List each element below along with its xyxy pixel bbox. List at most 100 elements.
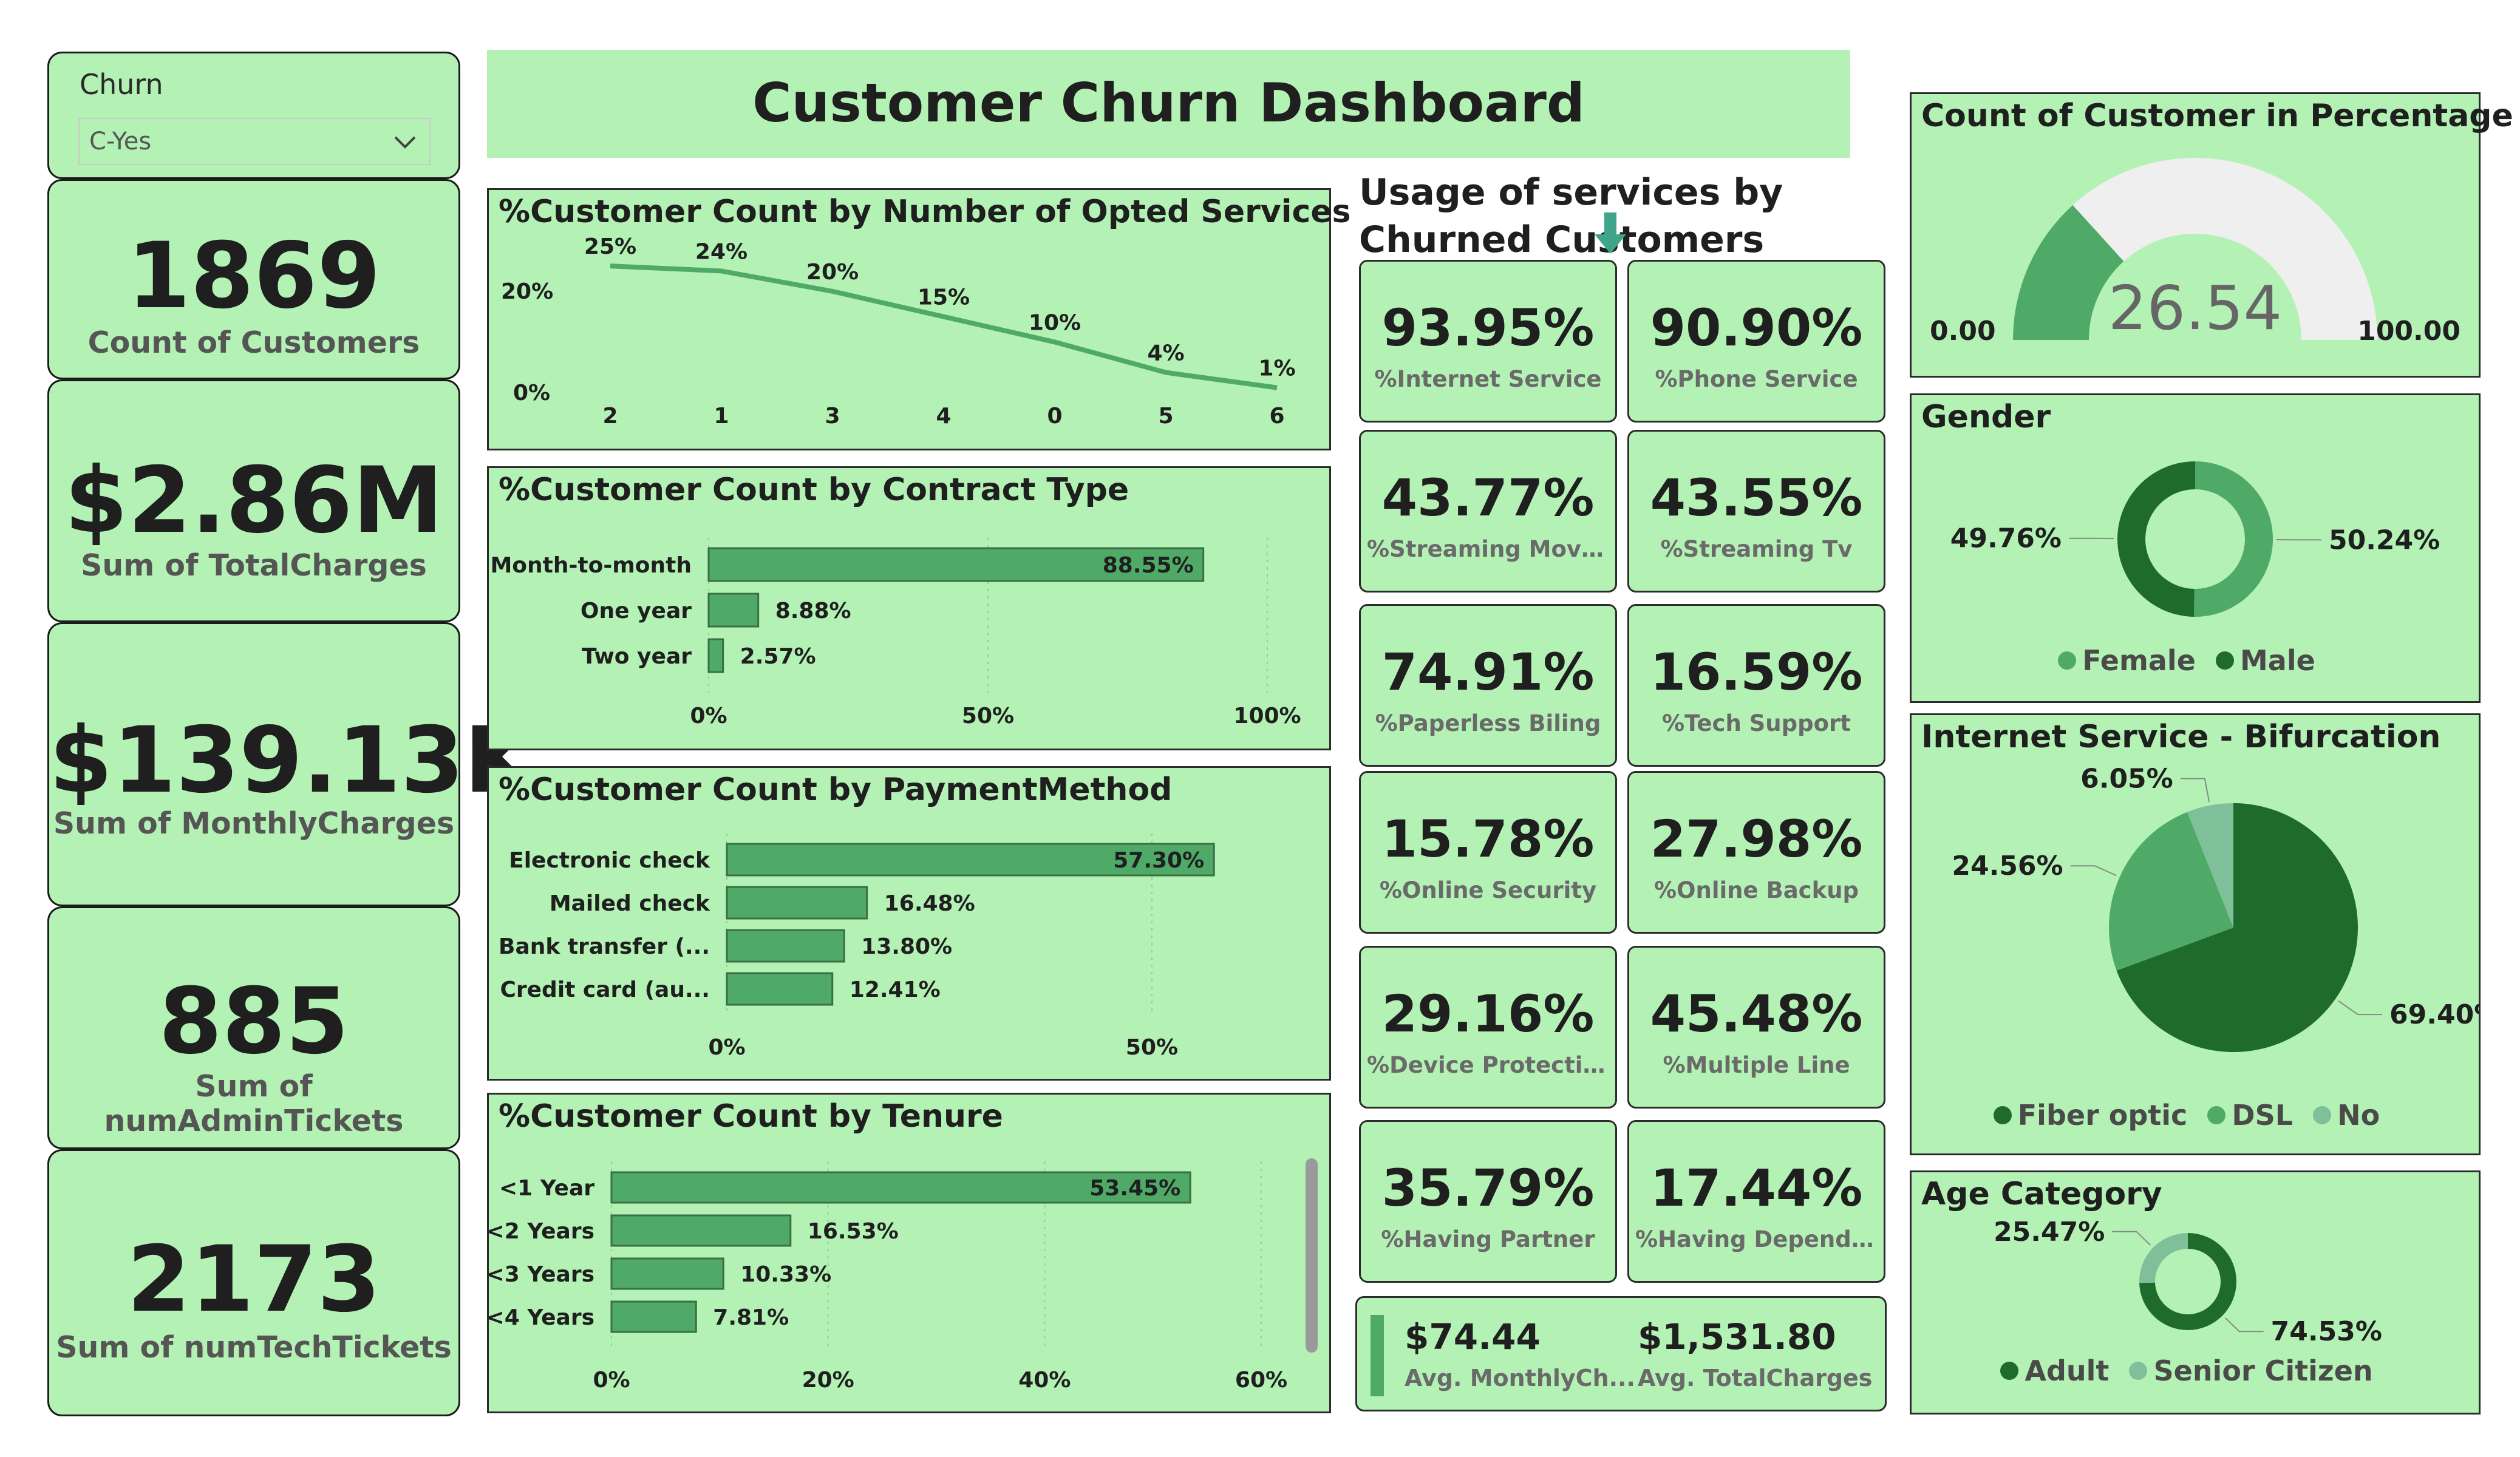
data-label: 1% [1258, 356, 1295, 381]
averages-card: $74.44 Avg. MonthlyCh... $1,531.80 Avg. … [1355, 1296, 1887, 1411]
data-label: 13.80% [861, 934, 952, 959]
age-panel: Age Category 74.53% 25.47% Adult Senior C… [1910, 1170, 2481, 1415]
x-tick-label: 100% [1233, 704, 1301, 728]
legend-item: Adult [2000, 1354, 2109, 1387]
category-label: <2 Years [489, 1219, 594, 1244]
x-tick-label: 0 [1047, 404, 1062, 429]
leader-line [2225, 1317, 2264, 1333]
data-label: 6.05% [2080, 764, 2173, 795]
data-label: 74.53% [2271, 1316, 2382, 1347]
x-tick-label: 3 [825, 404, 840, 429]
data-label: 88.55% [1103, 553, 1194, 578]
legend: Female Male [1912, 644, 2479, 677]
tile-label: %Device Protection [1367, 1052, 1609, 1078]
tile-label: %Online Security [1379, 877, 1597, 903]
kpi-count-customers: 1869 Count of Customers [47, 179, 460, 379]
slice [2139, 1233, 2188, 1283]
slicer-title: Churn [80, 68, 163, 101]
service-tile: 93.95% %Internet Service [1359, 260, 1617, 423]
data-label: 8.88% [775, 599, 851, 623]
data-label: 25% [584, 234, 636, 259]
legend-item: Female [2058, 644, 2196, 677]
tile-label: %Phone Service [1655, 366, 1858, 392]
churn-dropdown[interactable]: C-Yes [78, 118, 431, 165]
service-tile: 29.16% %Device Protection [1359, 946, 1617, 1109]
chart-contract-type: %Customer Count by Contract Type 0% 50% 10… [487, 466, 1331, 750]
chevron-down-icon[interactable] [393, 134, 417, 151]
tile-label: %Tech Support [1662, 710, 1851, 736]
avg-monthly-value: $74.44 [1405, 1316, 1541, 1357]
service-tile: 15.78% %Online Security [1359, 771, 1617, 934]
bar [707, 593, 760, 628]
tile-label: %Online Backup [1653, 877, 1859, 903]
kpi-value: 885 [158, 969, 349, 1075]
legend-item: DSL [2207, 1099, 2293, 1132]
bar-chart: 0% 50% Electronic check 57.30% Mailed check 1… [499, 834, 1215, 1060]
data-label: 25.47% [1994, 1217, 2105, 1248]
data-label: 24.56% [1952, 851, 2063, 881]
y-tick-label: 20% [501, 279, 553, 304]
bar-chart: 0% 50% 100% Month-to-month 88.55% One year 8.8… [490, 538, 1301, 728]
service-tile: 90.90% %Phone Service [1627, 260, 1885, 423]
dashboard-header: Customer Churn Dashboard [487, 50, 1850, 158]
kpi-value: $2.86M [64, 448, 443, 554]
category-label: <1 Year [499, 1176, 594, 1201]
legend-dot [2313, 1106, 2332, 1124]
category-label: Two year [582, 644, 692, 669]
x-tick-label: 0% [708, 1035, 745, 1060]
leader-line [2338, 1000, 2383, 1016]
scrollbar[interactable] [1306, 1158, 1318, 1353]
legend-label: Senior Citizen [2153, 1354, 2373, 1387]
legend-item: Fiber optic [1993, 1099, 2188, 1132]
kpi-label: Sum of numAdminTickets [104, 1069, 404, 1138]
legend-dot [2000, 1362, 2019, 1380]
tile-value: 43.77% [1381, 468, 1595, 528]
kpi-value: $139.13K [49, 708, 535, 813]
legend-label: Adult [2025, 1354, 2110, 1387]
category-label: Electronic check [509, 848, 710, 873]
kpi-label: Sum of MonthlyCharges [53, 806, 455, 841]
tile-label: %Internet Service [1374, 366, 1602, 392]
legend-label: Fiber optic [2017, 1099, 2188, 1132]
legend-label: No [2337, 1099, 2380, 1132]
x-tick-label: 5 [1158, 404, 1173, 429]
x-tick-label: 20% [802, 1368, 854, 1393]
dropdown-value: C-Yes [89, 127, 152, 155]
legend-item: Male [2216, 644, 2315, 677]
avg-total-value: $1,531.80 [1638, 1316, 1836, 1357]
kpi-total-charges: $2.86M Sum of TotalCharges [47, 379, 460, 622]
avg-monthly-label: Avg. MonthlyCh... [1405, 1365, 1635, 1391]
data-label: 16.48% [884, 891, 975, 916]
legend: Adult Senior Citizen [1912, 1354, 2479, 1387]
legend-item: Senior Citizen [2129, 1354, 2373, 1387]
data-label: 12.41% [850, 977, 941, 1002]
service-tile: 16.59% %Tech Support [1627, 604, 1885, 767]
pie-chart: 69.40% 24.56% 6.05% [1952, 764, 2479, 1052]
kpi-value: 2173 [127, 1227, 381, 1333]
tile-value: 17.44% [1650, 1158, 1863, 1218]
category-label: Mailed check [550, 891, 710, 916]
leader-line [2070, 865, 2117, 877]
data-label: 2.57% [740, 644, 816, 669]
tile-value: 15.78% [1381, 809, 1595, 869]
line-series [610, 263, 1278, 390]
x-tick-label: 50% [962, 704, 1014, 728]
bar [610, 1300, 697, 1333]
data-label: 7.81% [713, 1305, 789, 1330]
leader-line [2112, 1231, 2151, 1246]
data-label: 4% [1147, 341, 1184, 366]
data-label: 49.76% [1950, 523, 2062, 554]
category-label: One year [581, 599, 692, 623]
legend: Fiber optic DSL No [1912, 1099, 2479, 1132]
tile-value: 90.90% [1650, 298, 1863, 358]
legend-dot [1993, 1106, 2012, 1124]
x-tick-label: 50% [1126, 1035, 1178, 1060]
page-title: Customer Churn Dashboard [752, 72, 1585, 134]
bar-chart: 0% 20% 40% 60% <1 Year 53.45% <2 Years 16.53% <3… [489, 1161, 1287, 1393]
gauge-chart: 26.54 0.00 100.00 [1930, 158, 2460, 347]
churn-slicer: Churn C-Yes [47, 52, 460, 179]
legend-label: Male [2240, 644, 2315, 677]
x-tick-label: 0% [690, 704, 727, 728]
chart-tenure: %Customer Count by Tenure 0% 20% 40% 60% <1 … [487, 1093, 1331, 1413]
category-label: <4 Years [489, 1305, 594, 1330]
